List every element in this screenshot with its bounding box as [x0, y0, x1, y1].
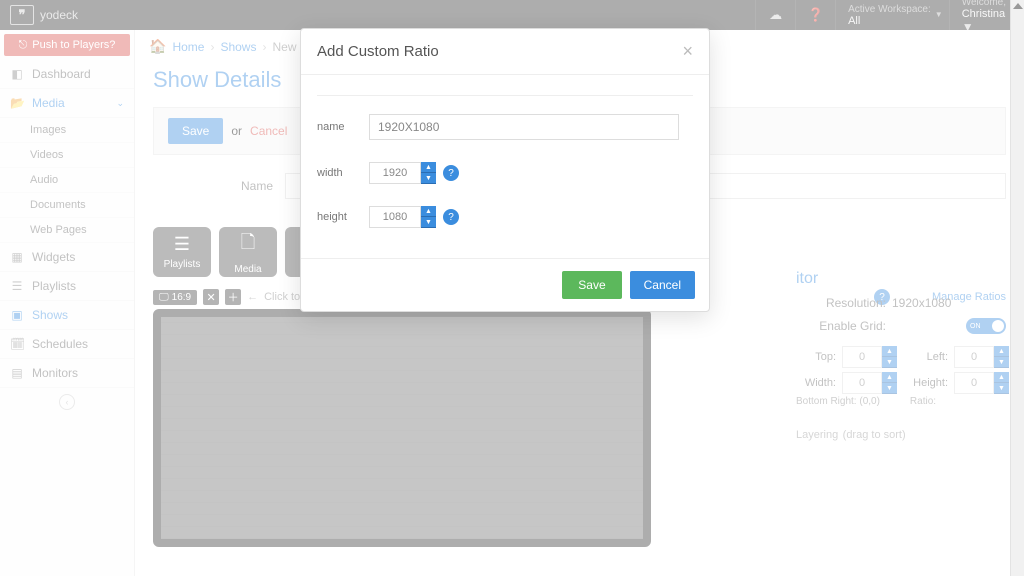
modal-name-input[interactable]	[369, 114, 679, 140]
up-arrow-icon[interactable]: ▲	[421, 162, 436, 173]
page-scrollbar[interactable]	[1010, 0, 1024, 576]
modal-width-label: width	[317, 167, 369, 179]
modal-save-button[interactable]: Save	[562, 271, 621, 299]
scroll-up-icon	[1013, 3, 1023, 9]
modal-width-input[interactable]: ▲▼	[369, 162, 437, 184]
modal-height-label: height	[317, 211, 369, 223]
help-icon[interactable]: ?	[443, 165, 459, 181]
modal-title: Add Custom Ratio	[317, 43, 682, 60]
add-custom-ratio-modal: Add Custom Ratio × name width ▲▼ ? heigh…	[300, 28, 710, 312]
modal-cancel-button[interactable]: Cancel	[630, 271, 695, 299]
close-icon[interactable]: ×	[682, 41, 693, 62]
modal-height-input[interactable]: ▲▼	[369, 206, 437, 228]
help-icon[interactable]: ?	[443, 209, 459, 225]
modal-name-label: name	[317, 121, 369, 133]
down-arrow-icon[interactable]: ▼	[421, 173, 436, 184]
up-arrow-icon[interactable]: ▲	[421, 206, 436, 217]
down-arrow-icon[interactable]: ▼	[421, 217, 436, 228]
